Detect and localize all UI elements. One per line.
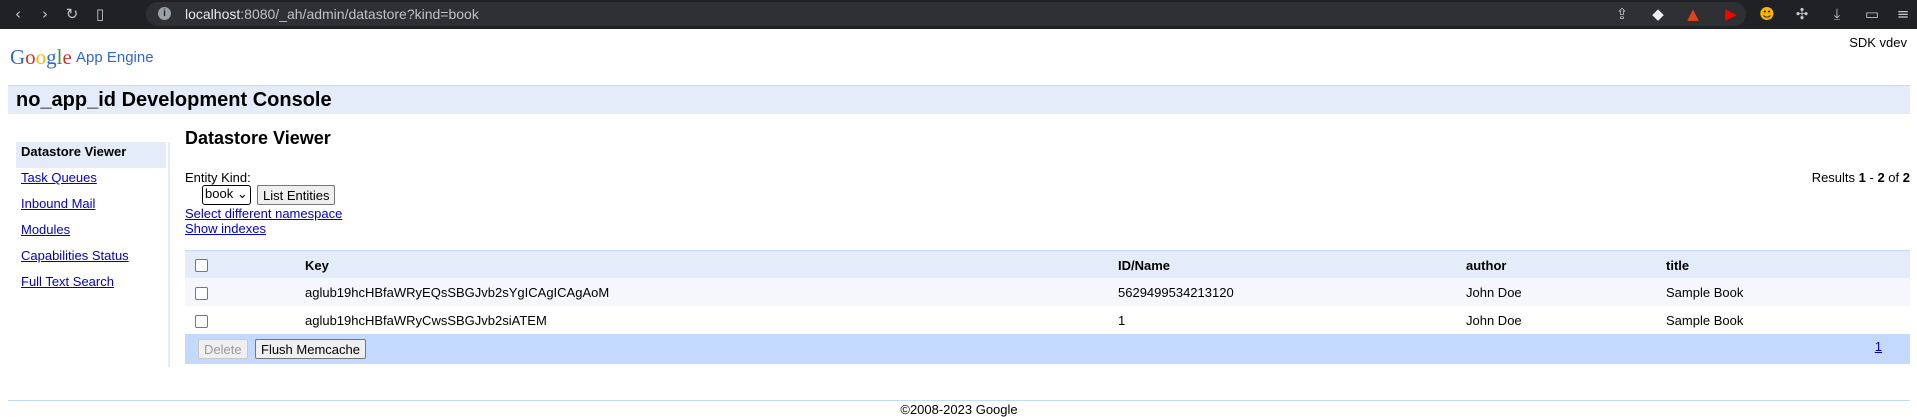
sidebar-item-inbound-mail[interactable]: Inbound Mail [16,194,168,220]
youtube-extension-icon[interactable]: ▶ [1721,4,1741,24]
download-icon[interactable]: ⤓ [1827,4,1847,24]
column-header-id[interactable]: ID/Name [1118,258,1170,273]
forward-icon[interactable]: › [35,4,55,24]
delete-button[interactable]: Delete [198,339,248,359]
sidebar-item-full-text-search[interactable]: Full Text Search [16,272,168,298]
bookmark-icon[interactable]: ▯ [90,4,110,24]
entity-author: John Doe [1466,313,1522,328]
table-row: aglub19hcHBfaWRyCwsSBGJvb2siATEM 1 John … [185,306,1910,334]
sidebar-item-datastore-viewer[interactable]: Datastore Viewer [16,142,166,168]
brave-shield-icon[interactable]: ◆ [1648,4,1668,24]
console-titlebar: no_app_id Development Console [8,85,1910,114]
sidebar-item-task-queues[interactable]: Task Queues [16,168,168,194]
pagination-page-link[interactable]: 1 [1875,339,1882,354]
entity-author: John Doe [1466,285,1522,300]
entity-id: 5629499534213120 [1118,285,1234,300]
row-checkbox[interactable] [195,287,208,300]
entity-kind-value: book [205,186,234,201]
table-actions-bar: Delete Flush Memcache 1 [185,334,1910,364]
column-header-author[interactable]: author [1466,258,1506,273]
row-checkbox[interactable] [195,315,208,328]
back-icon[interactable]: ‹ [8,4,28,24]
sidebar-nav: Datastore Viewer Task Queues Inbound Mai… [16,142,170,367]
entity-key[interactable]: aglub19hcHBfaWRyEQsSBGJvb2sYgICAgICAgAoM [305,285,609,300]
chevron-down-icon: ⌄ [236,186,248,201]
entity-title: Sample Book [1666,313,1744,328]
site-info-icon[interactable]: i [158,7,171,20]
extensions-icon[interactable]: ✣ [1792,4,1812,24]
share-icon[interactable]: ⇪ [1612,4,1632,24]
console-title: no_app_id Development Console [16,89,332,111]
sidebar-item-modules[interactable]: Modules [16,220,168,246]
column-header-key[interactable]: Key [305,258,329,273]
entity-id: 1 [1118,313,1126,328]
menu-icon[interactable]: ≡ [1893,4,1913,24]
flush-memcache-button[interactable]: Flush Memcache [255,339,366,359]
browser-toolbar: ‹ › ↻ ▯ i localhost:8080/_ah/admin/datas… [0,0,1917,29]
extension-avatar-icon[interactable]: ☻ [1757,4,1777,24]
page-footer: ©2008-2023 Google [8,400,1910,417]
page-title: Datastore Viewer [185,128,331,148]
reload-icon[interactable]: ↻ [62,4,82,24]
show-indexes-link[interactable]: Show indexes [185,221,266,236]
brave-rewards-icon[interactable]: ▲ [1683,4,1703,24]
select-namespace-link[interactable]: Select different namespace [185,206,342,221]
column-header-title[interactable]: title [1666,258,1689,273]
list-entities-button[interactable]: List Entities [257,185,336,205]
entity-key[interactable]: aglub19hcHBfaWRyCwsSBGJvb2siATEM [305,313,547,328]
select-all-checkbox[interactable] [195,259,208,272]
google-logo: Google [10,45,72,69]
copyright-text: ©2008-2023 Google [900,402,1018,417]
entity-kind-label: Entity Kind: [185,170,251,185]
address-url[interactable]: localhost:8080/_ah/admin/datastore?kind=… [185,6,479,22]
table-header-row: Key ID/Name author title [185,250,1910,278]
entity-kind-select[interactable]: book ⌄ [202,185,251,205]
wallet-icon[interactable]: ▭ [1862,4,1882,24]
product-name: App Engine [76,49,154,66]
sdk-version: SDK vdev [1849,35,1907,50]
results-count: Results 1 - 2 of 2 [1811,170,1910,185]
entity-table: Key ID/Name author title aglub19hcHBfaWR… [185,250,1910,364]
table-row: aglub19hcHBfaWRyEQsSBGJvb2sYgICAgICAgAoM… [185,278,1910,306]
sidebar-item-capabilities-status[interactable]: Capabilities Status [16,246,168,272]
entity-title: Sample Book [1666,285,1744,300]
